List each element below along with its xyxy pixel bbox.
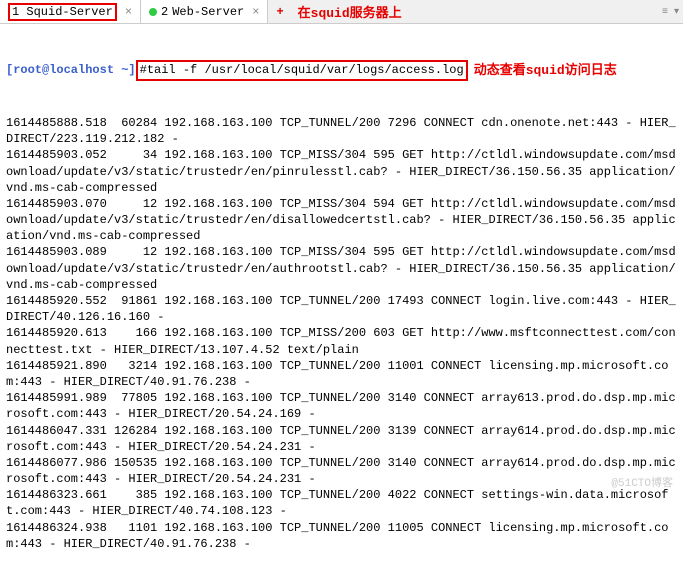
log-line: 1614485991.989 77805 192.168.163.100 TCP… — [6, 390, 677, 422]
prompt-line: [root@localhost ~] #tail -f /usr/local/s… — [6, 60, 677, 80]
log-line: 1614485920.552 91861 192.168.163.100 TCP… — [6, 293, 677, 325]
log-line: 1614485920.613 166 192.168.163.100 TCP_M… — [6, 325, 677, 357]
log-line: 1614485903.070 12 192.168.163.100 TCP_MI… — [6, 196, 677, 245]
tab-label: Squid-Server — [26, 5, 112, 19]
command-text: tail -f /usr/local/squid/var/logs/access… — [147, 63, 464, 77]
log-line: 1614486077.986 150535 192.168.163.100 TC… — [6, 455, 677, 487]
tab-index: 1 — [12, 5, 19, 19]
status-dot-icon — [149, 8, 157, 16]
close-icon[interactable]: × — [252, 5, 259, 19]
close-icon[interactable]: × — [125, 5, 132, 19]
annotation-cmd: 动态查看squid访问日志 — [474, 62, 617, 80]
tab-squid-server[interactable]: 1 Squid-Server × — [0, 0, 141, 23]
tab-index: 2 — [161, 5, 168, 19]
log-line: 1614485903.089 12 192.168.163.100 TCP_MI… — [6, 244, 677, 293]
new-tab-button[interactable]: + — [268, 5, 291, 19]
log-line: 1614485921.890 3214 192.168.163.100 TCP_… — [6, 358, 677, 390]
tab-menu-icon[interactable]: ≡ ▾ — [662, 6, 679, 18]
terminal-output[interactable]: [root@localhost ~] #tail -f /usr/local/s… — [0, 24, 683, 572]
prompt-hash: # — [140, 63, 147, 77]
watermark: @51CTO博客 — [611, 474, 673, 490]
tab-label: Web-Server — [172, 5, 244, 19]
log-line: 1614486323.661 385 192.168.163.100 TCP_T… — [6, 487, 677, 519]
tab-web-server[interactable]: 2 Web-Server × — [141, 0, 268, 23]
log-line: 1614486047.331 126284 192.168.163.100 TC… — [6, 423, 677, 455]
annotation-tab: 在squid服务器上 — [298, 2, 402, 21]
shell-prompt: [root@localhost ~] — [6, 62, 136, 78]
tab-bar: 1 Squid-Server × 2 Web-Server × + 在squid… — [0, 0, 683, 24]
log-output: 1614485888.518 60284 192.168.163.100 TCP… — [6, 115, 677, 552]
log-line: 1614486324.938 1101 192.168.163.100 TCP_… — [6, 520, 677, 552]
tab-highlight: 1 Squid-Server — [8, 3, 117, 21]
log-line: 1614485888.518 60284 192.168.163.100 TCP… — [6, 115, 677, 147]
command-highlight: #tail -f /usr/local/squid/var/logs/acces… — [136, 60, 468, 80]
log-line: 1614485903.052 34 192.168.163.100 TCP_MI… — [6, 147, 677, 196]
